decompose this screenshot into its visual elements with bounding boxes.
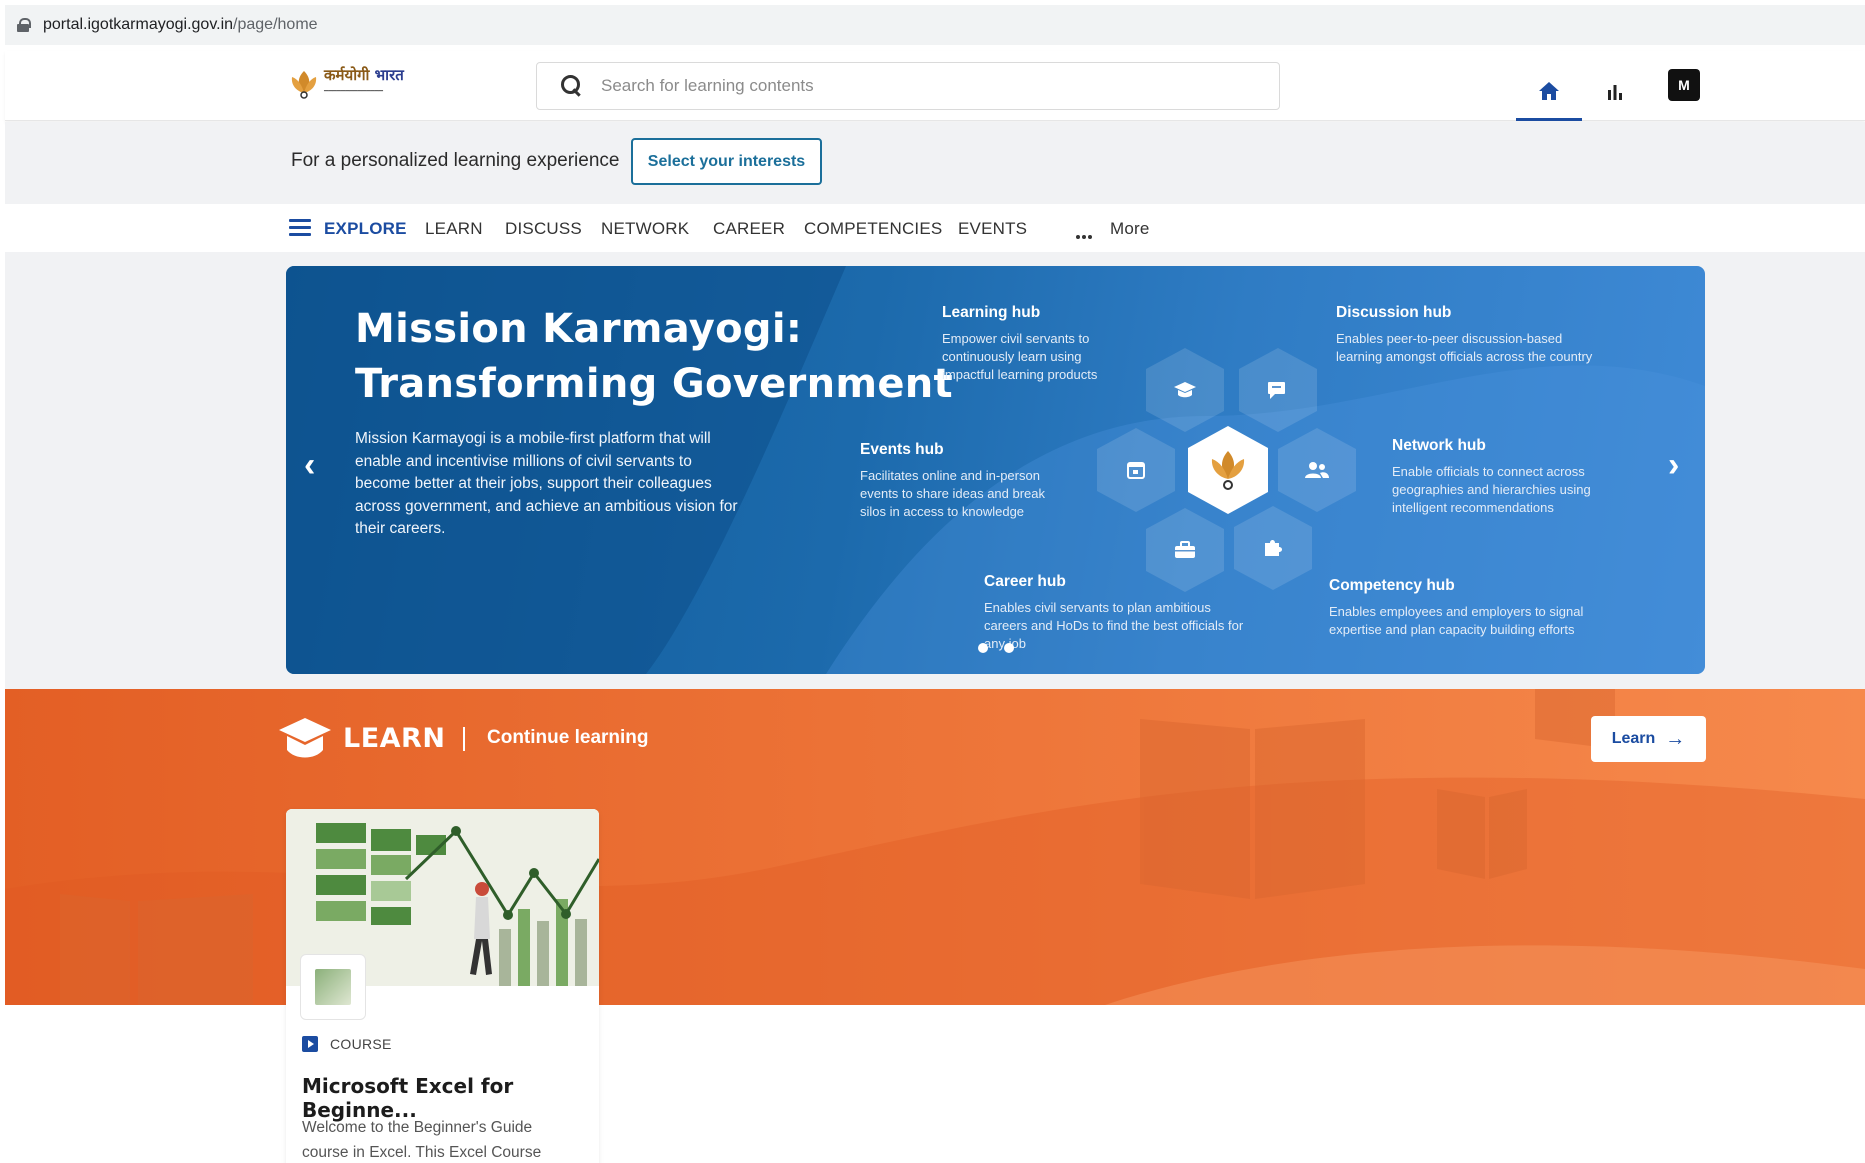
logo-text: कर्मयोगी भारत ━━━━━━━━━━━━━━ (324, 66, 404, 95)
lock-icon (17, 18, 31, 32)
learn-divider (463, 727, 465, 751)
banner-next-arrow[interactable]: › (1668, 446, 1679, 485)
learn-button[interactable]: Learn → (1591, 716, 1706, 762)
select-interests-button[interactable]: Select your interests (631, 138, 822, 185)
course-card[interactable]: COURSE Microsoft Excel for Beginne... We… (286, 809, 599, 1163)
address-bar[interactable]: portal.igotkarmayogi.gov.in/page/home (5, 5, 1865, 45)
course-icon (302, 1036, 318, 1052)
carousel-dot-2[interactable] (1004, 643, 1014, 653)
interest-label: For a personalized learning experience (291, 150, 620, 171)
course-type: COURSE (302, 1036, 392, 1052)
search-icon (561, 75, 583, 97)
briefcase-icon (1175, 541, 1195, 558)
interest-bar: For a personalized learning experience S… (5, 122, 1865, 204)
nav-more[interactable]: More (1110, 219, 1150, 239)
carousel-dot-1[interactable] (978, 643, 988, 653)
graduation-cap-icon (1174, 382, 1196, 398)
lotus-emblem-icon (1211, 451, 1245, 490)
nav-learn[interactable]: LEARN (425, 219, 483, 239)
home-button[interactable] (1516, 63, 1582, 121)
lotus-logo-icon (291, 71, 317, 99)
competency-hub: Competency hub Enables employees and emp… (1329, 577, 1584, 637)
search-input[interactable] (601, 76, 1201, 96)
karmayogi-logo[interactable]: कर्मयोगी भारत ━━━━━━━━━━━━━━ (288, 65, 404, 101)
network-hub: Network hub Enable officials to connect … (1392, 437, 1591, 515)
bar-chart-icon (1608, 85, 1622, 100)
banner-title: Mission Karmayogi: Transforming Governmen… (355, 306, 953, 407)
main-nav: EXPLORE LEARN DISCUSS NETWORK CAREER COM… (5, 204, 1865, 252)
nav-explore[interactable]: EXPLORE (324, 219, 407, 239)
people-icon (1305, 462, 1329, 478)
home-icon (1539, 81, 1559, 100)
banner-description: Mission Karmayogi is a mobile-first plat… (355, 430, 738, 537)
top-header: कर्मयोगी भारत━━━━━━━━━━━━━━ M (5, 51, 1865, 121)
user-avatar[interactable]: M (1668, 69, 1700, 101)
url-host: portal.igotkarmayogi.gov.in (43, 16, 234, 33)
career-hub: Career hub Enables civil servants to pla… (984, 573, 1244, 651)
course-thumbnail-small (300, 954, 366, 1020)
events-hub: Events hub Facilitates online and in-per… (860, 441, 1046, 519)
menu-icon[interactable] (289, 219, 311, 236)
nav-network[interactable]: NETWORK (601, 219, 689, 239)
nav-events[interactable]: EVENTS (958, 219, 1027, 239)
nav-competencies[interactable]: COMPETENCIES (804, 219, 942, 239)
learn-section: LEARN Continue learning Learn → (5, 689, 1865, 1005)
learn-title: LEARN (343, 723, 446, 754)
calendar-icon (1127, 462, 1145, 479)
puzzle-icon (1265, 540, 1282, 556)
nav-discuss[interactable]: DISCUSS (505, 219, 582, 239)
course-description: Welcome to the Beginner's Guide course i… (302, 1119, 542, 1161)
dashboard-button[interactable] (1582, 63, 1648, 121)
url-path: /page/home (233, 16, 318, 33)
page: portal.igotkarmayogi.gov.in/page/home कर… (0, 0, 1865, 1163)
graduation-cap-icon (279, 718, 331, 758)
chat-icon (1268, 382, 1285, 399)
banner-prev-arrow[interactable]: ‹ (304, 446, 315, 485)
learn-subtitle: Continue learning (487, 727, 649, 748)
more-dots-icon (1076, 226, 1096, 239)
arrow-right-icon: → (1665, 727, 1686, 750)
discussion-hub: Discussion hub Enables peer-to-peer disc… (1336, 304, 1593, 364)
learning-hub: Learning hub Empower civil servants to c… (942, 304, 1098, 382)
search-box[interactable] (536, 62, 1280, 110)
nav-career[interactable]: CAREER (713, 219, 785, 239)
hero-banner: Mission Karmayogi: Transforming Governmen… (286, 266, 1705, 674)
